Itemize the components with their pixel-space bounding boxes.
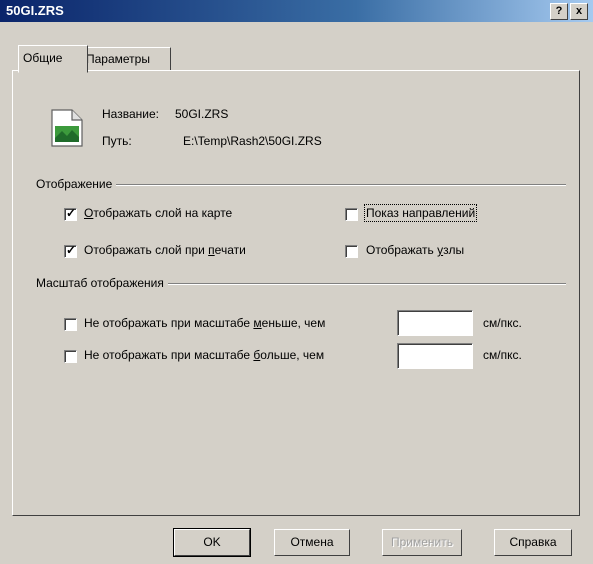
show-on-print-checkbox[interactable]: ✓ [64, 243, 77, 258]
title-bar: 50GI.ZRS ? x [0, 0, 593, 22]
min-scale-input[interactable] [397, 310, 473, 336]
show-on-map-checkbox[interactable]: ✓ [64, 206, 77, 221]
max-scale-unit: см/пкс. [483, 348, 522, 362]
show-directions-checkbox[interactable] [345, 208, 358, 221]
show-nodes-label[interactable]: Отображать узлы [366, 243, 464, 257]
max-scale-checkbox[interactable] [64, 350, 77, 363]
show-nodes-checkbox[interactable] [345, 245, 358, 258]
max-scale-label[interactable]: Не отображать при масштабе больше, чем [84, 348, 324, 362]
path-label: Путь: [102, 134, 132, 148]
max-scale-input[interactable] [397, 343, 473, 369]
show-directions-label[interactable]: Показ направлений [363, 204, 478, 222]
help-dialog-button[interactable]: Справка [494, 529, 572, 556]
path-value: E:\Temp\Rash2\50GI.ZRS [183, 134, 322, 148]
window-title: 50GI.ZRS [6, 3, 64, 18]
scale-group-title: Масштаб отображения [36, 276, 168, 290]
tab-general[interactable]: Общие [18, 45, 88, 73]
ok-button[interactable]: OK [173, 528, 251, 557]
cancel-button[interactable]: Отмена [274, 529, 350, 556]
help-button[interactable]: ? [550, 3, 568, 20]
close-button[interactable]: x [570, 3, 588, 20]
apply-button[interactable]: Применить [382, 529, 462, 556]
min-scale-label[interactable]: Не отображать при масштабе меньше, чем [84, 316, 325, 330]
min-scale-checkbox[interactable] [64, 318, 77, 331]
name-label: Название: [102, 107, 159, 121]
tab-parameters[interactable]: Параметры [81, 47, 171, 71]
file-icon [51, 109, 83, 147]
display-group-title: Отображение [36, 177, 117, 191]
name-value: 50GI.ZRS [175, 107, 229, 121]
min-scale-unit: см/пкс. [483, 316, 522, 330]
show-on-map-label[interactable]: Отображать слой на карте [84, 206, 232, 220]
show-on-print-label[interactable]: Отображать слой при печати [84, 243, 246, 257]
